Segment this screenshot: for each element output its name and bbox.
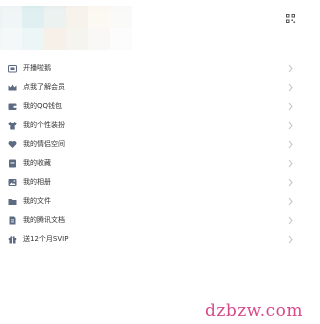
folder-icon: [8, 199, 17, 205]
menu-item-label: 我的收藏: [23, 159, 51, 167]
menu-item-membership[interactable]: 点我了解会员: [0, 78, 299, 97]
chevron-right-icon: [288, 178, 293, 187]
menu-item-label: 我的情侣空间: [23, 140, 65, 148]
menu-item-label: 我的QQ钱包: [23, 102, 63, 110]
menu-item-label: 送12个月SVIP: [23, 235, 69, 243]
watermark-text: dzbzw.com: [205, 301, 303, 321]
menu-item-label: 点我了解会员: [23, 83, 65, 91]
qr-code-icon[interactable]: [286, 14, 295, 23]
chevron-right-icon: [288, 235, 293, 244]
menu-item-couple-space[interactable]: 我的情侣空间: [0, 135, 299, 154]
menu-item-wallet[interactable]: 我的QQ钱包: [0, 97, 299, 116]
chevron-right-icon: [288, 102, 293, 111]
menu-item-dress-up[interactable]: 我的个性装扮: [0, 116, 299, 135]
menu-item-live[interactable]: 开播啦鹅: [0, 59, 299, 78]
gift-icon: [8, 236, 17, 244]
menu-item-files[interactable]: 我的文件: [0, 192, 299, 211]
photo-album-icon: [8, 179, 17, 186]
profile-header[interactable]: [0, 0, 299, 58]
tv-icon: [8, 65, 17, 73]
menu-item-label: 我的文件: [23, 197, 51, 205]
chevron-right-icon: [288, 197, 293, 206]
menu-item-label: 我的腾讯文档: [23, 216, 65, 224]
document-icon: [9, 216, 16, 225]
menu-item-label: 我的个性装扮: [23, 121, 65, 129]
menu-item-svip-gift[interactable]: 送12个月SVIP: [0, 230, 299, 249]
shirt-icon: [8, 122, 17, 130]
menu-item-favorites[interactable]: 我的收藏: [0, 154, 299, 173]
chevron-right-icon: [288, 140, 293, 149]
menu-item-tencent-docs[interactable]: 我的腾讯文档: [0, 211, 299, 230]
chevron-right-icon: [288, 159, 293, 168]
chevron-right-icon: [288, 121, 293, 130]
bookmark-icon: [9, 159, 16, 168]
menu-item-label: 开播啦鹅: [23, 64, 51, 72]
chevron-right-icon: [288, 64, 293, 73]
heart-icon: [8, 140, 17, 148]
menu-item-album[interactable]: 我的相册: [0, 173, 299, 192]
chevron-right-icon: [288, 83, 293, 92]
menu-item-label: 我的相册: [23, 178, 51, 186]
wallet-icon: [8, 103, 17, 110]
drawer-menu: 开播啦鹅 点我了解会员 我的QQ钱包 我的个性装扮 我的情侣空间 我的收藏 我的…: [0, 59, 299, 249]
crown-icon: [8, 84, 17, 91]
chevron-right-icon: [288, 216, 293, 225]
